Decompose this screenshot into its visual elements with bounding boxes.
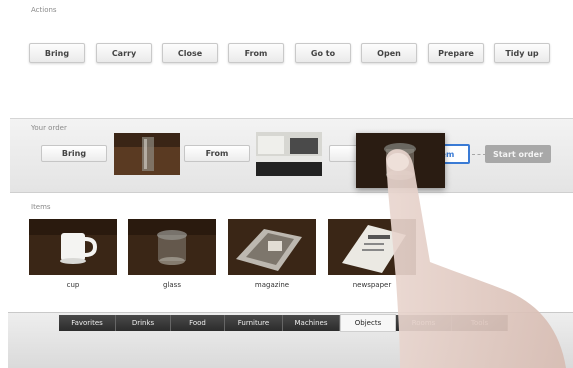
action-button-from[interactable]: From <box>228 43 284 63</box>
kitchen-thumbnail-image <box>256 132 322 176</box>
glass-drag-image <box>356 133 445 188</box>
glass-image <box>128 219 216 275</box>
action-button-tidy-up[interactable]: Tidy up <box>494 43 550 63</box>
action-button-bring[interactable]: Bring <box>29 43 85 63</box>
item-card-magazine[interactable] <box>228 219 316 275</box>
magazine-image <box>228 219 316 275</box>
tab-drinks[interactable]: Drinks <box>116 315 171 331</box>
items-section-label: Items <box>31 203 51 211</box>
order-step-bring[interactable]: Bring <box>41 145 107 162</box>
action-button-close[interactable]: Close <box>162 43 218 63</box>
order-thumb-glass[interactable] <box>114 133 180 175</box>
item-card-glass[interactable] <box>128 219 216 275</box>
tab-machines[interactable]: Machines <box>283 315 340 331</box>
item-label-cup: cup <box>66 281 80 289</box>
order-connector <box>472 154 486 155</box>
tab-food[interactable]: Food <box>171 315 225 331</box>
action-button-carry[interactable]: Carry <box>96 43 152 63</box>
action-button-go-to[interactable]: Go to <box>295 43 351 63</box>
item-label-glass: glass <box>163 281 181 289</box>
cup-image <box>29 219 117 275</box>
glass-thumbnail-image <box>114 133 180 175</box>
action-button-prepare[interactable]: Prepare <box>428 43 484 63</box>
order-thumb-kitchen[interactable] <box>256 132 322 176</box>
start-order-button[interactable]: Start order <box>485 145 551 163</box>
item-card-newspaper[interactable] <box>328 219 416 275</box>
actions-section-label: Actions <box>31 6 57 14</box>
tab-rooms[interactable]: Rooms <box>396 315 452 331</box>
tab-favorites[interactable]: Favorites <box>59 315 116 331</box>
newspaper-image <box>328 219 416 275</box>
item-label-newspaper: newspaper <box>352 281 392 289</box>
tab-furniture[interactable]: Furniture <box>225 315 283 331</box>
item-label-magazine: magazine <box>254 281 290 289</box>
order-section-label: Your order <box>31 124 67 132</box>
order-step-partial[interactable] <box>329 145 359 162</box>
action-button-open[interactable]: Open <box>361 43 417 63</box>
order-step-from[interactable]: From <box>184 145 250 162</box>
item-card-cup[interactable] <box>29 219 117 275</box>
tab-objects[interactable]: Objects <box>340 314 396 332</box>
dragged-glass-thumbnail[interactable] <box>356 133 445 188</box>
tab-tools[interactable]: Tools <box>452 315 508 331</box>
